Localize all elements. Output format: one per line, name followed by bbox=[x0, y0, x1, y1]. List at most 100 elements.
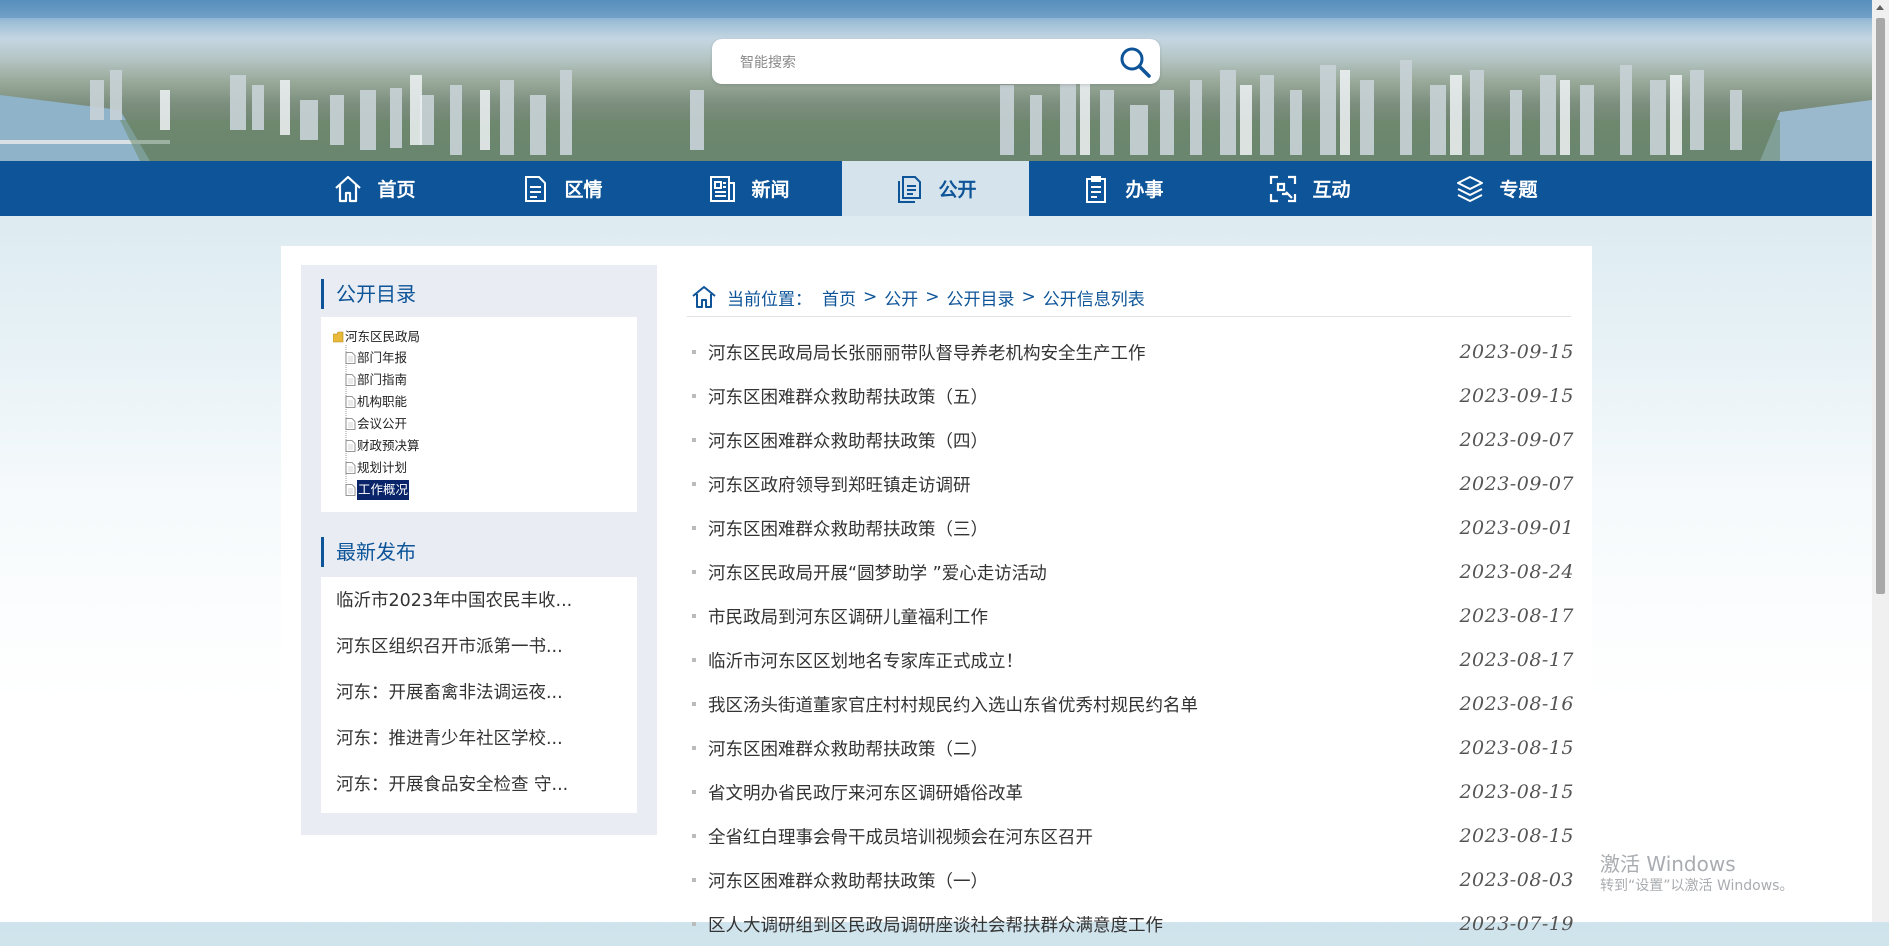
nav-label: 区情 bbox=[564, 179, 603, 201]
latest-item[interactable]: 河东区组织召开市派第一书... bbox=[336, 633, 563, 658]
latest-item[interactable]: 河东：开展食品安全检查 守... bbox=[336, 771, 568, 796]
breadcrumb-public[interactable]: 公开 bbox=[884, 285, 918, 310]
list-item[interactable]: 河东区民政局开展“圆梦助学 ”爱心走访活动 2023-08-24 bbox=[692, 550, 1574, 594]
page-scrollbar[interactable] bbox=[1872, 0, 1889, 922]
list-item-title: 河东区困难群众救助帮扶政策（三） bbox=[708, 519, 988, 540]
list-item-title: 市民政局到河东区调研儿童福利工作 bbox=[708, 607, 988, 628]
list-item-date: 2023-08-17 bbox=[1459, 649, 1574, 671]
nav-label: 公开 bbox=[938, 179, 977, 201]
tree-item[interactable]: 会议公开 bbox=[345, 414, 407, 434]
tree-item-selected[interactable]: 工作概况 bbox=[345, 480, 410, 500]
nav-label: 专题 bbox=[1499, 179, 1538, 201]
list-item[interactable]: 临沂市河东区区划地名专家库正式成立！ 2023-08-17 bbox=[692, 638, 1574, 682]
layers-icon bbox=[1457, 175, 1484, 202]
tree-item[interactable]: 财政预决算 bbox=[345, 436, 420, 456]
breadcrumb-label: 当前位置： bbox=[727, 289, 812, 310]
list-item-title: 临沂市河东区区划地名专家库正式成立！ bbox=[708, 651, 1023, 672]
bullet bbox=[692, 746, 696, 750]
bullet bbox=[692, 790, 696, 794]
document-icon bbox=[525, 175, 547, 202]
page-icon bbox=[345, 374, 356, 386]
list-item[interactable]: 河东区民政局局长张丽丽带队督导养老机构安全生产工作 2023-09-15 bbox=[692, 330, 1574, 374]
list-item[interactable]: 区人大调研组到区民政局调研座谈社会帮扶群众满意度工作 2023-07-19 bbox=[692, 902, 1574, 946]
bullet bbox=[692, 878, 696, 882]
breadcrumb-list[interactable]: 公开信息列表 bbox=[1043, 285, 1145, 310]
newspaper-icon bbox=[710, 175, 736, 202]
search-button[interactable] bbox=[1118, 45, 1152, 79]
catalog-title: 公开目录 bbox=[321, 279, 416, 309]
breadcrumb: 当前位置： 首页 > 公开 > 公开目录 > 公开信息列表 bbox=[691, 282, 1145, 312]
page-icon bbox=[345, 440, 356, 452]
list-item-title: 河东区政府领导到郑旺镇走访调研 bbox=[708, 475, 971, 496]
latest-item[interactable]: 河东：推进青少年社区学校... bbox=[336, 725, 563, 750]
list-item-date: 2023-08-15 bbox=[1459, 825, 1574, 847]
list-item-date: 2023-08-03 bbox=[1459, 869, 1574, 891]
list-item[interactable]: 我区汤头街道董家官庄村村规民约入选山东省优秀村规民约名单 2023-08-16 bbox=[692, 682, 1574, 726]
scrollbar-thumb[interactable] bbox=[1876, 18, 1885, 594]
list-item[interactable]: 河东区困难群众救助帮扶政策（二） 2023-08-15 bbox=[692, 726, 1574, 770]
latest-title: 最新发布 bbox=[321, 537, 416, 567]
bullet bbox=[692, 482, 696, 486]
list-item-date: 2023-08-24 bbox=[1459, 561, 1574, 583]
list-item-title: 河东区困难群众救助帮扶政策（五） bbox=[708, 387, 988, 408]
home-icon bbox=[692, 286, 716, 308]
list-item-date: 2023-08-16 bbox=[1459, 693, 1574, 715]
list-item-title: 河东区民政局局长张丽丽带队督导养老机构安全生产工作 bbox=[708, 343, 1146, 364]
list-item[interactable]: 市民政局到河东区调研儿童福利工作 2023-08-17 bbox=[692, 594, 1574, 638]
list-item-date: 2023-09-15 bbox=[1459, 341, 1574, 363]
latest-item[interactable]: 临沂市2023年中国农民丰收... bbox=[336, 587, 572, 612]
tree-root[interactable]: 河东区民政局 bbox=[333, 327, 420, 347]
bullet bbox=[692, 614, 696, 618]
list-item[interactable]: 河东区困难群众救助帮扶政策（五） 2023-09-15 bbox=[692, 374, 1574, 418]
windows-activation-watermark: 激活 Windows bbox=[1600, 852, 1736, 876]
header-banner bbox=[0, 0, 1872, 161]
list-item-date: 2023-08-15 bbox=[1459, 781, 1574, 803]
nav-item-services[interactable]: 办事 bbox=[1029, 161, 1216, 216]
list-item[interactable]: 河东区困难群众救助帮扶政策（三） 2023-09-01 bbox=[692, 506, 1574, 550]
nav-label: 互动 bbox=[1312, 179, 1351, 201]
tree-item[interactable]: 部门年报 bbox=[345, 348, 407, 368]
sidebar: 公开目录 河东区民政局 部门年报 部门指南 机构职能 会议公开 财政预决算 规划… bbox=[301, 265, 657, 835]
nav-item-home[interactable]: 首页 bbox=[281, 161, 468, 216]
list-item-title: 河东区困难群众救助帮扶政策（四） bbox=[708, 431, 988, 452]
nav-item-interaction[interactable]: 互动 bbox=[1216, 161, 1403, 216]
tree-item[interactable]: 机构职能 bbox=[345, 392, 407, 412]
search-input[interactable] bbox=[738, 50, 1112, 76]
main-nav: 首页 区情 新闻 公开 办事 互动 专题 bbox=[0, 161, 1872, 216]
page-icon bbox=[345, 462, 356, 474]
list-item[interactable]: 河东区困难群众救助帮扶政策（一） 2023-08-03 bbox=[692, 858, 1574, 902]
clipboard-icon bbox=[1086, 175, 1107, 203]
list-item[interactable]: 省文明办省民政厅来河东区调研婚俗改革 2023-08-15 bbox=[692, 770, 1574, 814]
nav-item-news[interactable]: 新闻 bbox=[655, 161, 842, 216]
tree-item[interactable]: 规划计划 bbox=[345, 458, 407, 478]
latest-list: 临沂市2023年中国农民丰收... 河东区组织召开市派第一书... 河东：开展畜… bbox=[321, 577, 637, 813]
list-item[interactable]: 河东区困难群众救助帮扶政策（四） 2023-09-07 bbox=[692, 418, 1574, 462]
latest-item[interactable]: 河东：开展畜禽非法调运夜... bbox=[336, 679, 563, 704]
breadcrumb-catalog[interactable]: 公开目录 bbox=[947, 285, 1015, 310]
list-item-date: 2023-08-15 bbox=[1459, 737, 1574, 759]
home-icon bbox=[335, 175, 362, 202]
catalog-tree: 河东区民政局 部门年报 部门指南 机构职能 会议公开 财政预决算 规划计划 工作… bbox=[321, 317, 637, 512]
list-item-date: 2023-09-15 bbox=[1459, 385, 1574, 407]
breadcrumb-separator: > bbox=[1021, 287, 1036, 307]
breadcrumb-home[interactable]: 首页 bbox=[822, 285, 856, 310]
tree-item[interactable]: 部门指南 bbox=[345, 370, 407, 390]
list-item-title: 河东区困难群众救助帮扶政策（二） bbox=[708, 739, 988, 760]
page-icon bbox=[345, 484, 356, 496]
nav-item-district[interactable]: 区情 bbox=[468, 161, 655, 216]
list-item-date: 2023-07-19 bbox=[1459, 913, 1574, 935]
bullet bbox=[692, 394, 696, 398]
breadcrumb-separator: > bbox=[925, 287, 940, 307]
page-icon bbox=[345, 418, 356, 430]
nav-label: 首页 bbox=[377, 179, 416, 201]
list-item[interactable]: 全省红白理事会骨干成员培训视频会在河东区召开 2023-08-15 bbox=[692, 814, 1574, 858]
list-item[interactable]: 河东区政府领导到郑旺镇走访调研 2023-09-07 bbox=[692, 462, 1574, 506]
scroll-up-arrow-icon[interactable] bbox=[1876, 5, 1884, 10]
nav-item-public[interactable]: 公开 bbox=[842, 161, 1029, 216]
search-box bbox=[712, 39, 1160, 84]
files-icon bbox=[898, 175, 922, 203]
bullet bbox=[692, 570, 696, 574]
nav-item-topics[interactable]: 专题 bbox=[1403, 161, 1590, 216]
nav-label: 办事 bbox=[1125, 179, 1164, 201]
list-item-title: 我区汤头街道董家官庄村村规民约入选山东省优秀村规民约名单 bbox=[708, 695, 1198, 716]
